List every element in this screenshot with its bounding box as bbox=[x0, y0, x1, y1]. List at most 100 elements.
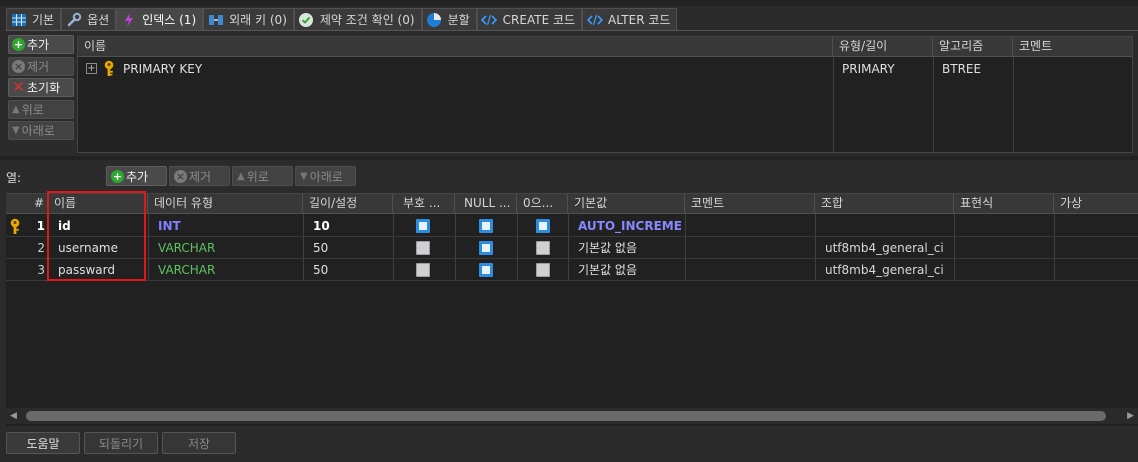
unsigned-checkbox[interactable] bbox=[416, 219, 430, 233]
columns-label: 열: bbox=[6, 171, 22, 185]
column-down-button[interactable]: ▼ 아래로 bbox=[295, 166, 356, 186]
help-button[interactable]: 도움말 bbox=[6, 432, 80, 454]
index-type: PRIMARY bbox=[842, 62, 895, 76]
col-header-collation[interactable]: 조합 bbox=[815, 194, 954, 214]
column-remove-button[interactable]: × 제거 bbox=[169, 166, 230, 186]
column-add-button[interactable]: + 추가 bbox=[106, 166, 167, 186]
column-type[interactable]: VARCHAR bbox=[158, 259, 215, 281]
tab-foreign-keys[interactable]: 외래 키 (0) bbox=[203, 8, 294, 30]
remove-icon: × bbox=[12, 59, 25, 73]
unsigned-checkbox[interactable] bbox=[416, 241, 430, 255]
zerofill-checkbox[interactable] bbox=[536, 219, 550, 233]
index-clear-button[interactable]: ✕ 초기화 bbox=[8, 78, 74, 97]
button-label: 추가 bbox=[27, 38, 50, 52]
expand-icon[interactable]: + bbox=[86, 63, 97, 74]
column-type[interactable]: VARCHAR bbox=[158, 237, 215, 259]
column-default[interactable]: 기본값 없음 bbox=[578, 237, 637, 259]
index-remove-button[interactable]: × 제거 bbox=[8, 56, 74, 76]
tab-label: 기본 bbox=[32, 13, 55, 27]
columns-toolbar: + 추가 × 제거 ▲ 위로 ▼ 아래로 bbox=[106, 166, 356, 186]
lightning-icon bbox=[120, 11, 137, 28]
tab-divider bbox=[6, 30, 1138, 31]
index-header-type[interactable]: 유형/길이 bbox=[833, 37, 933, 57]
column-divider bbox=[1013, 57, 1014, 152]
tab-options[interactable]: 옵션 bbox=[61, 8, 117, 30]
code-icon bbox=[481, 11, 498, 28]
col-header-virtual[interactable]: 가상 bbox=[1054, 194, 1138, 214]
tab-label: 제약 조건 확인 (0) bbox=[319, 13, 415, 27]
zerofill-checkbox[interactable] bbox=[536, 241, 550, 255]
table-row[interactable]: 3 passward VARCHAR 50 기본값 없음 utf8mb4_gen… bbox=[6, 259, 1138, 281]
index-header-name[interactable]: 이름 bbox=[78, 37, 833, 57]
column-length[interactable]: 50 bbox=[313, 259, 328, 281]
index-header-comment[interactable]: 코멘트 bbox=[1013, 37, 1132, 57]
zerofill-checkbox[interactable] bbox=[536, 263, 550, 277]
tab-indexes[interactable]: 인덱스 (1) bbox=[116, 8, 204, 30]
wrench-icon bbox=[65, 11, 82, 28]
index-header-algorithm[interactable]: 알고리즘 bbox=[933, 37, 1013, 57]
plus-icon: + bbox=[12, 38, 25, 51]
col-header-default[interactable]: 기본값 bbox=[568, 194, 685, 214]
null-checkbox[interactable] bbox=[479, 219, 493, 233]
col-header-unsigned[interactable]: 부호 ... bbox=[393, 194, 455, 214]
col-header-zerofill[interactable]: 0으... bbox=[517, 194, 568, 214]
column-collation[interactable]: utf8mb4_general_ci bbox=[825, 259, 944, 281]
scroll-left-icon[interactable]: ◀ bbox=[10, 411, 17, 421]
index-grid: 이름 유형/길이 알고리즘 코멘트 + PRIMARY KEY PRIMARY … bbox=[77, 36, 1133, 153]
col-header-null[interactable]: NULL ... bbox=[455, 194, 517, 214]
tab-create-code[interactable]: CREATE 코드 bbox=[476, 8, 583, 30]
button-label: 추가 bbox=[126, 169, 149, 184]
plus-icon: + bbox=[111, 169, 124, 183]
tab-alter-code[interactable]: ALTER 코드 bbox=[582, 8, 678, 30]
null-checkbox[interactable] bbox=[479, 263, 493, 277]
row-number: 1 bbox=[36, 219, 45, 233]
arrow-up-icon: ▲ bbox=[12, 103, 20, 115]
clear-x-icon: ✕ bbox=[12, 78, 25, 96]
col-header-name[interactable]: 이름 bbox=[48, 194, 148, 214]
column-collation[interactable]: utf8mb4_general_ci bbox=[825, 237, 944, 259]
col-header-type[interactable]: 데이터 유형 bbox=[148, 194, 303, 214]
column-length[interactable]: 50 bbox=[313, 237, 328, 259]
unsigned-checkbox[interactable] bbox=[416, 263, 430, 277]
col-header-length[interactable]: 길이/설정 bbox=[303, 194, 393, 214]
button-label: 제거 bbox=[189, 169, 212, 184]
primary-key-icon bbox=[9, 218, 21, 238]
index-add-button[interactable]: + 추가 bbox=[8, 35, 74, 54]
table-row[interactable]: 1 id INT 10 AUTO_INCREME... bbox=[6, 215, 1138, 237]
column-length[interactable]: 10 bbox=[313, 215, 330, 237]
table-row[interactable]: 2 username VARCHAR 50 기본값 없음 utf8mb4_gen… bbox=[6, 237, 1138, 259]
null-checkbox[interactable] bbox=[479, 241, 493, 255]
remove-icon: × bbox=[174, 169, 187, 183]
bottom-toolbar: 도움말 되돌리기 저장 bbox=[6, 432, 236, 454]
check-circle-icon bbox=[298, 11, 315, 28]
column-default[interactable]: 기본값 없음 bbox=[578, 259, 637, 281]
tab-label: 인덱스 (1) bbox=[142, 13, 197, 27]
button-label: 초기화 bbox=[27, 81, 61, 95]
col-header-expression[interactable]: 표현식 bbox=[954, 194, 1054, 214]
index-down-button[interactable]: ▼ 아래로 bbox=[8, 121, 74, 140]
save-button[interactable]: 저장 bbox=[162, 432, 236, 454]
button-label: 위로 bbox=[21, 102, 44, 117]
foreign-key-icon bbox=[207, 11, 224, 28]
scroll-right-icon[interactable]: ▶ bbox=[1127, 411, 1134, 421]
tab-label: 옵션 bbox=[87, 13, 110, 27]
table-icon bbox=[10, 11, 27, 28]
scrollbar-thumb[interactable] bbox=[26, 411, 1106, 421]
column-divider bbox=[933, 57, 934, 152]
column-up-button[interactable]: ▲ 위로 bbox=[232, 166, 293, 186]
column-default[interactable]: AUTO_INCREME... bbox=[578, 215, 683, 237]
tab-partitioning[interactable]: 분할 bbox=[421, 8, 477, 30]
tab-check-constraints[interactable]: 제약 조건 확인 (0) bbox=[293, 8, 422, 30]
revert-button[interactable]: 되돌리기 bbox=[84, 432, 158, 454]
index-up-button[interactable]: ▲ 위로 bbox=[8, 99, 74, 119]
horizontal-scrollbar[interactable]: ◀ ▶ bbox=[6, 408, 1138, 424]
column-name[interactable]: username bbox=[58, 237, 118, 259]
pane-splitter[interactable] bbox=[0, 156, 1138, 160]
column-name[interactable]: id bbox=[58, 215, 71, 237]
tab-basic[interactable]: 기본 bbox=[6, 8, 62, 30]
column-name[interactable]: passward bbox=[58, 259, 115, 281]
col-header-num[interactable]: # bbox=[6, 194, 48, 214]
column-type[interactable]: INT bbox=[158, 215, 181, 237]
col-header-comment[interactable]: 코멘트 bbox=[685, 194, 815, 214]
columns-grid: # 이름 데이터 유형 길이/설정 부호 ... NULL ... 0으... … bbox=[6, 193, 1138, 426]
